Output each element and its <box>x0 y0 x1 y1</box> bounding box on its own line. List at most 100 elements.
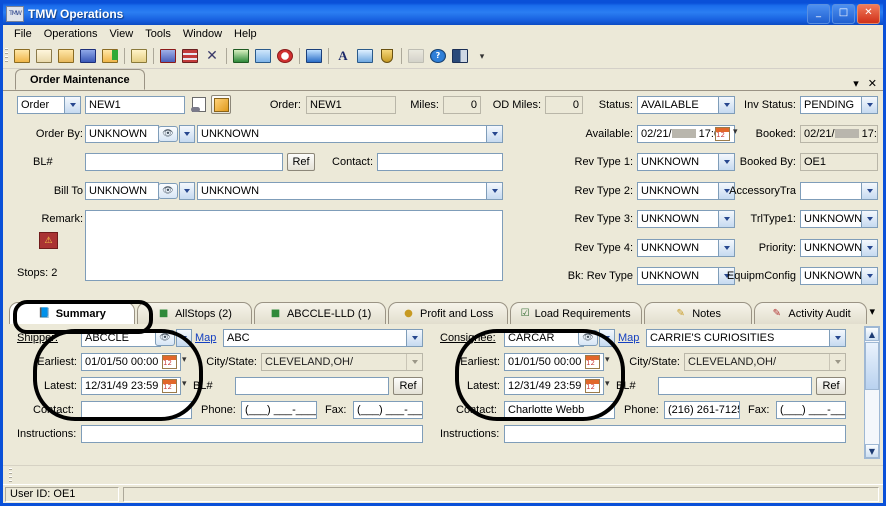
print-preview-icon[interactable] <box>406 46 426 66</box>
scroll-down-arrow-icon[interactable]: ▼ <box>865 444 879 458</box>
mileage-icon[interactable] <box>231 46 251 66</box>
tab-profit-and-loss[interactable]: ● Profit and Loss <box>388 302 508 324</box>
new-order-icon[interactable] <box>12 46 32 66</box>
driver-icon[interactable] <box>304 46 324 66</box>
status-select[interactable]: AVAILABLE <box>637 96 735 114</box>
shipper-latest-calendar-picker-icon[interactable]: 12 <box>162 379 177 393</box>
tab-abccle-lld[interactable]: ■ ABCCLE-LLD (1) <box>254 302 385 324</box>
menu-window[interactable]: Window <box>177 27 228 41</box>
toolbar-overflow-icon[interactable]: ▾ <box>472 47 492 67</box>
scroll-up-arrow-icon[interactable]: ▲ <box>865 327 879 341</box>
open-folder-icon[interactable] <box>34 46 54 66</box>
consignee-earliest-dropdown-arrow-icon[interactable]: ▾ <box>605 355 610 365</box>
menu-view[interactable]: View <box>104 27 140 41</box>
bl-ref-button[interactable]: Ref <box>287 153 315 171</box>
shipper-instructions-input[interactable] <box>81 425 423 443</box>
find-order-icon[interactable] <box>190 95 208 113</box>
copy-order-icon[interactable] <box>56 46 76 66</box>
export-icon[interactable] <box>100 46 120 66</box>
shipper-bl-input[interactable] <box>235 377 389 395</box>
order-by-name-select[interactable]: UNKNOWN <box>197 125 503 143</box>
menu-operations[interactable]: Operations <box>38 27 104 41</box>
maximize-button[interactable]: □ <box>832 4 855 24</box>
shipper-contact-input[interactable] <box>81 401 192 419</box>
consignee-phone-input[interactable]: (216) 261-7125 <box>664 401 740 419</box>
order-number-input[interactable]: NEW1 <box>85 96 185 114</box>
consignee-contact-input[interactable]: Charlotte Webb <box>504 401 615 419</box>
bill-to-lookup-eye-icon[interactable]: 👁 <box>158 183 178 199</box>
consignee-name-select[interactable]: CARRIE'S CURIOSITIES <box>646 329 846 347</box>
consignee-code-dropdown[interactable] <box>599 329 615 347</box>
consignee-bl-input[interactable] <box>658 377 812 395</box>
shipper-map-link[interactable]: Map <box>195 329 225 347</box>
cancel-icon[interactable]: ✕ <box>202 46 222 66</box>
dispatch-board-icon[interactable] <box>158 46 178 66</box>
shipper-earliest-calendar-picker-icon[interactable]: 12 <box>162 355 177 369</box>
shipper-lookup-eye-icon[interactable]: 👁 <box>155 330 175 346</box>
tab-menu-arrow-icon[interactable]: ▾ <box>853 77 859 90</box>
exit-icon[interactable] <box>450 46 470 66</box>
consignee-lookup-eye-icon[interactable]: 👁 <box>578 330 598 346</box>
menu-tools[interactable]: Tools <box>139 27 177 41</box>
bill-to-code-input[interactable]: UNKNOWN <box>85 182 159 200</box>
scrollbar-thumb[interactable] <box>865 342 879 390</box>
menu-file[interactable]: File <box>8 27 38 41</box>
toolbar-grip[interactable] <box>5 48 8 64</box>
tab-order-maintenance[interactable]: Order Maintenance <box>15 69 145 90</box>
tab-load-requirements[interactable]: ☑ Load Requirements <box>510 302 642 324</box>
order-by-code-input[interactable]: UNKNOWN <box>85 125 159 143</box>
order-by-lookup-eye-icon[interactable]: 👁 <box>158 126 178 142</box>
bl-input[interactable] <box>85 153 283 171</box>
record-type-select[interactable]: Order <box>17 96 81 114</box>
inv-status-select[interactable]: PENDING <box>800 96 878 114</box>
save-icon[interactable] <box>78 46 98 66</box>
bottom-grip[interactable] <box>9 468 12 484</box>
bill-to-code-dropdown[interactable] <box>179 182 195 200</box>
trl-type1-select[interactable]: UNKNOWN <box>800 210 878 228</box>
menu-help[interactable]: Help <box>228 27 263 41</box>
consignee-instructions-input[interactable] <box>504 425 846 443</box>
shipper-name-select[interactable]: ABC <box>223 329 423 347</box>
shipper-phone-input[interactable]: (___) ___-____ <box>241 401 317 419</box>
settlement-icon[interactable] <box>355 46 375 66</box>
tab-close-icon[interactable]: ✕ <box>868 77 877 90</box>
consignee-latest-dropdown-arrow-icon[interactable]: ▾ <box>605 379 610 389</box>
order-by-code-dropdown[interactable] <box>179 125 195 143</box>
consignee-fax-input[interactable]: (___) ___-____ <box>776 401 846 419</box>
consignee-code-input[interactable]: CARCAR <box>504 329 584 347</box>
remark-textarea[interactable] <box>85 210 503 281</box>
accessory-tra-select[interactable] <box>800 182 878 200</box>
consignee-city-state-select[interactable]: CLEVELAND,OH/ <box>684 353 846 371</box>
equip-config-select[interactable]: UNKNOWN <box>800 267 878 285</box>
tab-notes[interactable]: ✎ Notes <box>644 302 752 324</box>
shipper-latest-dropdown-arrow-icon[interactable]: ▾ <box>182 379 187 389</box>
close-button[interactable]: ✕ <box>857 4 880 24</box>
font-icon[interactable]: A <box>333 46 353 66</box>
consignee-latest-calendar-picker-icon[interactable]: 12 <box>585 379 600 393</box>
money-bag-icon[interactable] <box>377 46 397 66</box>
priority-select[interactable]: UNKNOWN <box>800 239 878 257</box>
contact-input[interactable] <box>377 153 503 171</box>
help-icon[interactable]: ? <box>428 46 448 66</box>
consignee-earliest-calendar-picker-icon[interactable]: 12 <box>585 355 600 369</box>
edit-pencil-icon[interactable] <box>211 95 231 114</box>
tab-summary[interactable]: 📘 Summary <box>9 302 135 324</box>
order-list-icon[interactable] <box>180 46 200 66</box>
shipper-code-input[interactable]: ABCCLE <box>81 329 161 347</box>
shipper-city-state-select[interactable]: CLEVELAND,OH/ <box>261 353 423 371</box>
tab-allstops[interactable]: ■ AllStops (2) <box>137 302 253 324</box>
stops-vertical-scrollbar[interactable]: ▲ ▼ <box>864 326 880 459</box>
detail-tabs-overflow-icon[interactable]: ▾ <box>869 305 875 318</box>
bill-to-name-select[interactable]: UNKNOWN <box>197 182 503 200</box>
calendar-icon[interactable] <box>253 46 273 66</box>
save-warning-icon[interactable]: ⚠ <box>39 232 58 249</box>
consignee-ref-button[interactable]: Ref <box>816 377 846 395</box>
shipper-earliest-dropdown-arrow-icon[interactable]: ▾ <box>182 355 187 365</box>
shipper-code-dropdown[interactable] <box>176 329 192 347</box>
shipper-ref-button[interactable]: Ref <box>393 377 423 395</box>
shipper-fax-input[interactable]: (___) ___-____ <box>353 401 423 419</box>
notes-icon[interactable] <box>129 46 149 66</box>
tab-activity-audit[interactable]: ✎ Activity Audit <box>754 302 868 324</box>
clock-icon[interactable] <box>275 46 295 66</box>
consignee-map-link[interactable]: Map <box>618 329 648 347</box>
